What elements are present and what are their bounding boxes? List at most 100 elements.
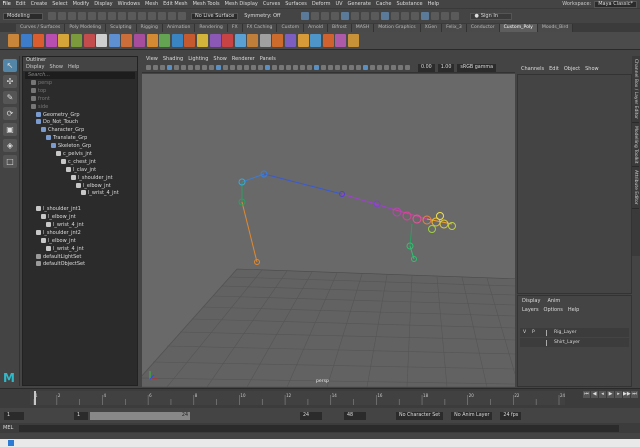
shelf-tool-icon[interactable] [335,34,347,47]
channelbox-menu-edit[interactable]: Edit [549,66,559,73]
outliner-item[interactable]: Character_Grp [23,127,137,135]
viewport-tool-icon[interactable] [258,65,263,70]
status-icon[interactable] [78,12,86,20]
viewport-tool-icon[interactable] [160,65,165,70]
layer-menu-options[interactable]: Options [544,307,563,313]
playback-button[interactable]: ◂ [599,391,606,398]
viewport-tool-icon[interactable] [349,65,354,70]
shelf-tool-icon[interactable] [45,34,57,47]
shelf-tab[interactable]: Sculpting [106,24,137,32]
viewport-tool-icon[interactable] [300,65,305,70]
viewport-tool-icon[interactable] [398,65,403,70]
shelf-tool-icon[interactable] [310,34,322,47]
status-icon[interactable] [321,12,330,20]
viewport-tool-icon[interactable] [307,65,312,70]
sign-in-button[interactable]: ● Sign In [470,12,513,20]
viewport-tool-icon[interactable] [286,65,291,70]
side-tab[interactable]: Channel Box / Layer Editor [632,56,639,123]
viewport-tool-icon[interactable] [202,65,207,70]
outliner-item[interactable]: l_elbow_jnt [23,237,137,246]
time-slider[interactable]: 1 2 4 6 8 10 12 14 16 18 20 22 24 ⏮ ◀ ◂ ▶ ▸ ▶▶ ⏭ [0,388,640,408]
outliner-item[interactable]: defaultLightSet [23,253,137,262]
status-icon[interactable] [108,12,116,20]
outliner-item[interactable]: side [23,103,137,112]
status-icon[interactable] [441,12,450,20]
menu-modify[interactable]: Modify [70,1,92,7]
status-icon[interactable] [451,12,460,20]
shelf-tab[interactable]: Curves / Surfaces [16,24,66,32]
shelf-tool-icon[interactable] [146,34,158,47]
viewport-tool-icon[interactable] [391,65,396,70]
status-icon[interactable] [138,12,146,20]
shelf-tool-icon[interactable] [121,34,133,47]
status-icon[interactable] [421,12,430,20]
viewport-tool-icon[interactable] [272,65,277,70]
shelf-tool-icon[interactable] [184,34,196,47]
status-icon[interactable] [331,12,340,20]
shelf-tool-icon[interactable] [171,34,183,47]
viewport-tool-icon[interactable] [153,65,158,70]
shelf-tab[interactable]: MASH [351,24,375,32]
outliner-item[interactable]: Do_Not_Touch [23,119,137,127]
viewport-menu-show[interactable]: Show [213,56,227,63]
live-surface-dropdown[interactable]: No Live Surface [191,12,239,20]
shelf-tool-icon[interactable] [209,34,221,47]
command-input[interactable] [19,424,620,432]
outliner-menu-help[interactable]: Help [68,64,79,71]
viewport-tool-icon[interactable] [251,65,256,70]
outliner-item[interactable]: Geometry_Grp [23,111,137,120]
end-frame-field[interactable]: 24 [300,411,322,420]
shelf-tool-icon[interactable] [96,34,108,47]
tool-icon[interactable]: ↖ [3,59,17,72]
windows-start-icon[interactable] [8,440,14,446]
shelf-tool-icon[interactable] [234,34,246,47]
layer-playback-toggle[interactable]: P [532,330,546,335]
shelf-tab[interactable]: Rendering [195,24,228,32]
status-icon[interactable] [411,12,420,20]
shelf-tab[interactable]: FX Caching [242,24,278,32]
status-icon[interactable] [341,12,350,20]
channelbox-menu-show[interactable]: Show [585,66,599,73]
viewport-tool-icon[interactable] [209,65,214,70]
shelf-tool-icon[interactable] [58,34,70,47]
outliner-item[interactable]: persp [23,80,137,88]
menu-uv[interactable]: UV [333,1,345,7]
outliner-item[interactable]: l_shoulder_jnt2 [23,229,137,238]
status-icon[interactable] [178,12,186,20]
viewport-tool-icon[interactable] [195,65,200,70]
shelf-tool-icon[interactable] [259,34,271,47]
shelf-tab[interactable]: XGen [420,24,443,32]
outliner-item[interactable]: l_wrist_4_jnt [23,222,137,230]
color-space-dropdown[interactable]: sRGB gamma [457,63,497,72]
viewport-tool-icon[interactable] [244,65,249,70]
playback-button[interactable]: ▶▶ [623,391,631,398]
menu-surfaces[interactable]: Surfaces [283,1,310,7]
outliner-item[interactable]: l_elbow_jnt [23,182,137,191]
viewport-menu-view[interactable]: View [146,56,158,63]
menu-curves[interactable]: Curves [260,1,282,7]
shelf-tab[interactable]: Animation [162,24,196,32]
tool-icon[interactable]: ▣ [3,123,17,136]
menu-cache[interactable]: Cache [373,1,394,7]
shelf-tool-icon[interactable] [8,34,19,47]
shelf-tool-icon[interactable] [285,34,297,47]
viewport-persp[interactable]: persp [142,74,515,387]
playback-button[interactable]: ◀ [591,391,598,398]
status-icon[interactable] [118,12,126,20]
viewport-tool-icon[interactable] [342,65,347,70]
shelf-tab[interactable]: Rigging [136,24,163,32]
outliner-search[interactable]: Search... [25,72,135,79]
shelf-tool-icon[interactable] [272,34,284,47]
menu-file[interactable]: File [0,1,13,7]
layer-tab-anim[interactable]: Anim [547,298,560,304]
menu-mesh-display[interactable]: Mesh Display [222,1,260,7]
viewport-tool-icon[interactable] [230,65,235,70]
shelf-tab[interactable]: FX [227,24,243,32]
status-icon[interactable] [361,12,370,20]
status-icon[interactable] [168,12,176,20]
viewport-menu-lighting[interactable]: Lighting [188,56,208,63]
menu-help[interactable]: Help [425,1,441,7]
viewport-tool-icon[interactable] [293,65,298,70]
status-icon[interactable] [431,12,440,20]
outliner-item[interactable]: top [23,87,137,96]
